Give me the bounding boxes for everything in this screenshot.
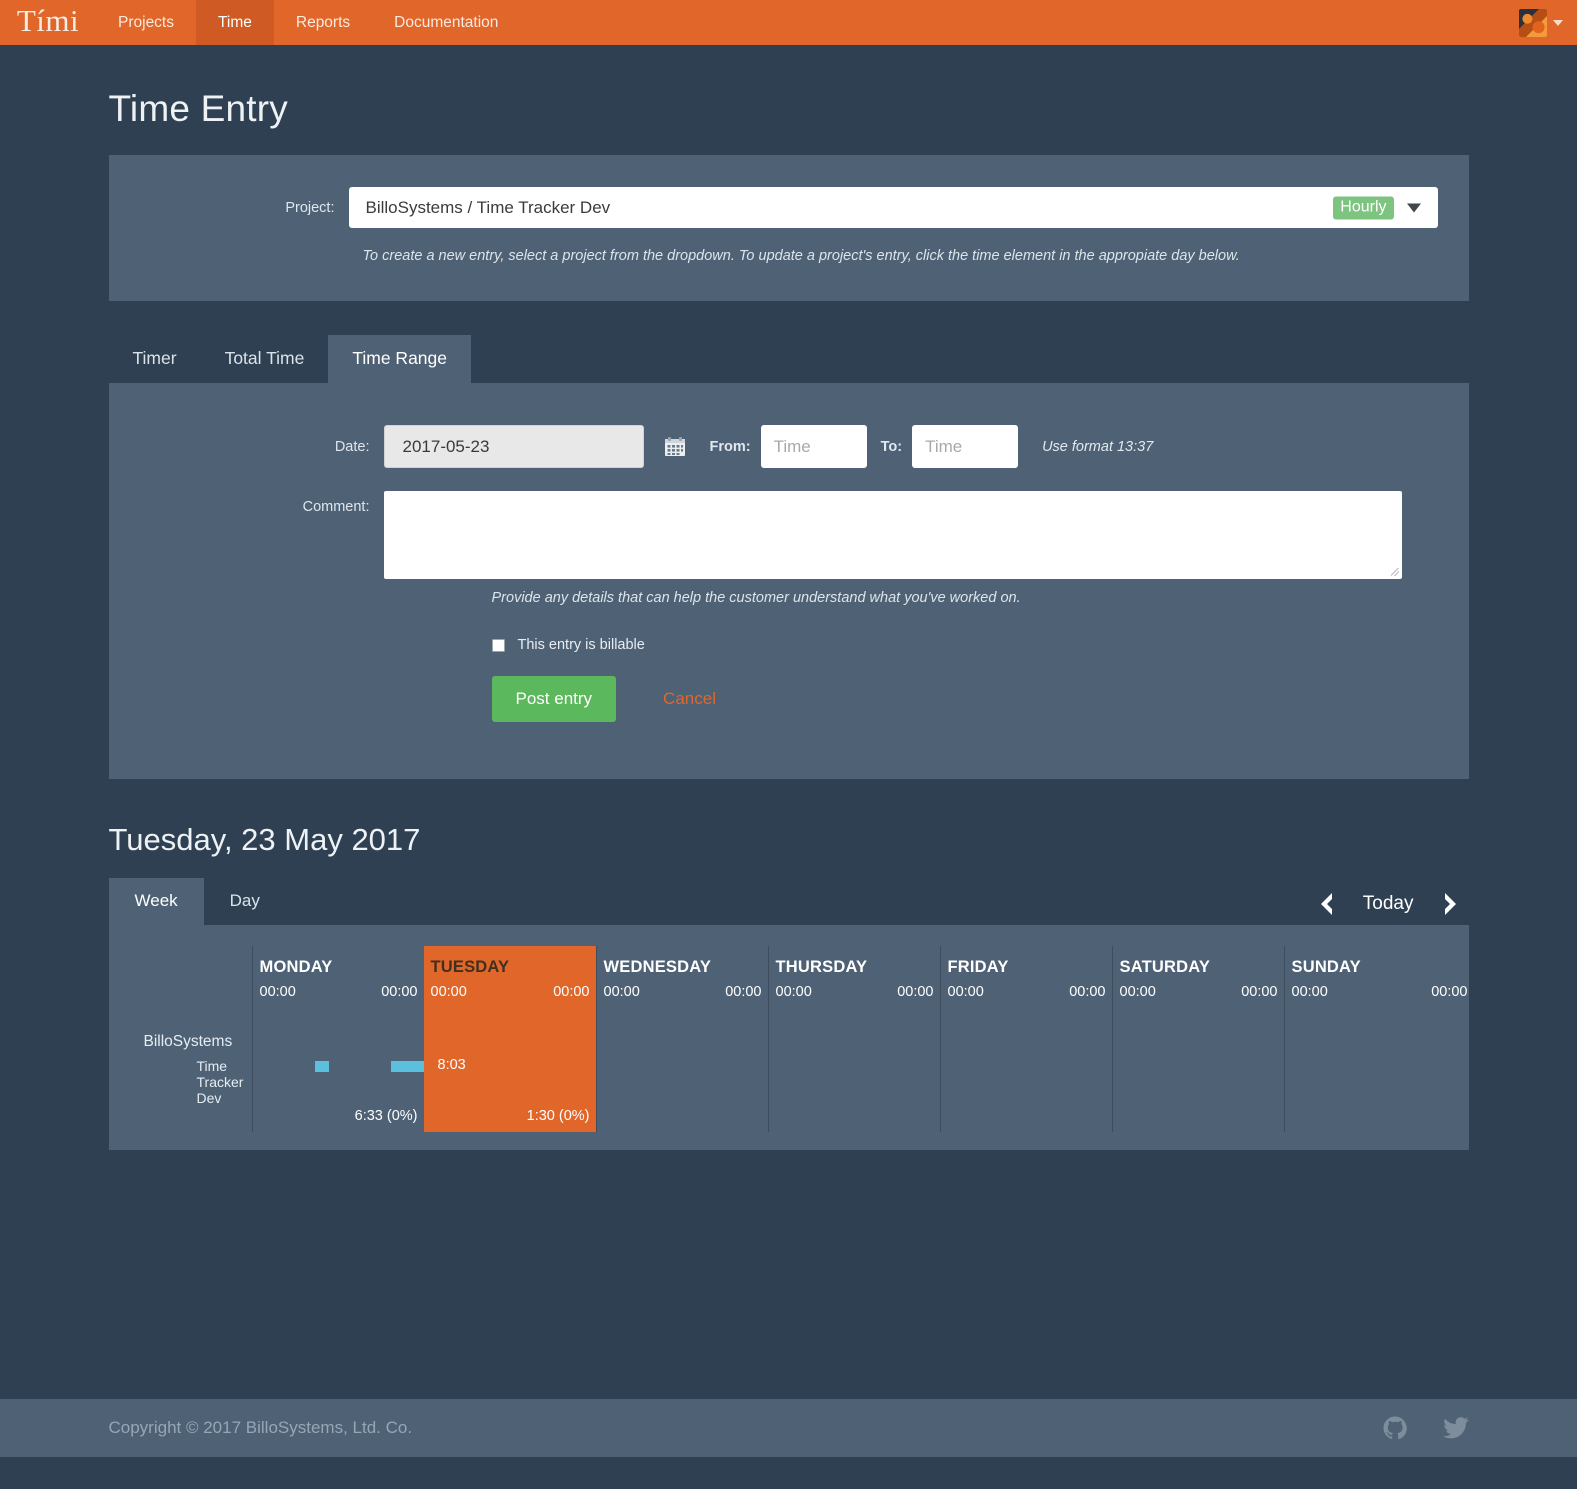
- chevron-left-icon[interactable]: [1316, 891, 1335, 917]
- calendar-tabs-row: Week Day Today: [108, 878, 1469, 925]
- day-name: SUNDAY: [1291, 958, 1361, 976]
- day-name: TUESDAY: [430, 958, 510, 976]
- to-time-input[interactable]: Time: [912, 425, 1019, 468]
- date-input[interactable]: 2017-05-23: [383, 425, 644, 468]
- date-row: Date: 2017-05-23 From: Time To: Time Use…: [109, 425, 1469, 468]
- cancel-button[interactable]: Cancel: [663, 689, 716, 709]
- comment-textarea[interactable]: [383, 491, 1402, 579]
- project-row: Project: BilloSystems / Time Tracker Dev…: [109, 155, 1469, 228]
- day-hours-left: 00:00: [430, 984, 467, 1000]
- today-button[interactable]: Today: [1363, 893, 1414, 915]
- project-hint: To create a new entry, select a project …: [362, 248, 1240, 264]
- client-label: BilloSystems: [143, 1033, 233, 1050]
- day-total: 6:33 (0%): [354, 1108, 418, 1124]
- day-column-thursday[interactable]: THURSDAY 00:00 00:00: [767, 946, 940, 1132]
- project-label: Project:: [285, 199, 335, 216]
- day-column-tuesday[interactable]: TUESDAY 00:00 00:00 1:30 (0%) 8:03: [423, 946, 596, 1132]
- user-menu[interactable]: [1519, 0, 1577, 45]
- day-name: FRIDAY: [947, 958, 1009, 976]
- chevron-right-icon[interactable]: [1442, 891, 1461, 917]
- day-name: SATURDAY: [1119, 958, 1211, 976]
- social-links: [1383, 1416, 1469, 1440]
- time-range-panel: Date: 2017-05-23 From: Time To: Time Use…: [108, 383, 1469, 779]
- nav-item-documentation[interactable]: Documentation: [372, 0, 520, 45]
- rate-badge: Hourly: [1333, 196, 1394, 219]
- time-format-hint: Use format 13:37: [1042, 438, 1154, 455]
- day-hours-right: 00:00: [897, 984, 934, 1000]
- project-select-value: BilloSystems / Time Tracker Dev: [365, 197, 611, 217]
- day-name: WEDNESDAY: [603, 958, 712, 976]
- time-bar-label-tuesday[interactable]: 8:03: [438, 1057, 466, 1073]
- day-total: 1:30 (0%): [526, 1108, 590, 1124]
- day-hours-left: 00:00: [947, 984, 984, 1000]
- page-footer: Copyright © 2017 BilloSystems, Ltd. Co.: [0, 1399, 1577, 1457]
- day-hours-left: 00:00: [1291, 984, 1328, 1000]
- week-grid: BilloSystems Time Tracker Dev MONDAY 00:…: [109, 946, 1469, 1132]
- page-title: Time Entry: [108, 88, 288, 129]
- day-hours-right: 00:00: [725, 984, 762, 1000]
- form-actions: Post entry Cancel: [491, 676, 1469, 722]
- day-hours-right: 00:00: [553, 984, 590, 1000]
- footer-inner: Copyright © 2017 BilloSystems, Ltd. Co.: [109, 1399, 1469, 1457]
- post-entry-button[interactable]: Post entry: [491, 676, 617, 722]
- nav-item-projects[interactable]: Projects: [96, 0, 196, 45]
- nav-item-reports[interactable]: Reports: [274, 0, 372, 45]
- comment-hint: Provide any details that can help the cu…: [491, 590, 1021, 606]
- day-column-wednesday[interactable]: WEDNESDAY 00:00 00:00: [595, 946, 768, 1132]
- billable-checkbox[interactable]: [491, 638, 505, 652]
- entry-tabs: Timer Total Time Time Range: [109, 335, 1469, 383]
- day-hours-left: 00:00: [259, 984, 296, 1000]
- day-hours-right: 00:00: [1069, 984, 1106, 1000]
- tab-total-time[interactable]: Total Time: [201, 335, 329, 383]
- calendar-icon[interactable]: [664, 436, 686, 458]
- from-time-input[interactable]: Time: [760, 425, 867, 468]
- project-row-label: Time Tracker Dev: [196, 1058, 244, 1106]
- resize-grip-icon[interactable]: [1390, 568, 1399, 576]
- day-column-saturday[interactable]: SATURDAY 00:00 00:00: [1111, 946, 1284, 1132]
- day-name: THURSDAY: [775, 958, 868, 976]
- chevron-down-icon[interactable]: [1406, 203, 1421, 212]
- day-column-sunday[interactable]: SUNDAY 00:00 00:00: [1283, 946, 1468, 1132]
- brand-logo[interactable]: Tími: [0, 0, 96, 45]
- nav-item-time[interactable]: Time: [196, 0, 274, 45]
- day-name: MONDAY: [259, 958, 333, 976]
- copyright-text: Copyright © 2017 BilloSystems, Ltd. Co.: [108, 1418, 413, 1437]
- github-icon[interactable]: [1383, 1416, 1407, 1440]
- caret-down-icon[interactable]: [1553, 19, 1563, 26]
- page-container: Time Entry Project: BilloSystems / Time …: [108, 88, 1469, 1150]
- to-label: To:: [880, 438, 903, 455]
- project-panel: Project: BilloSystems / Time Tracker Dev…: [108, 155, 1469, 301]
- day-hours-left: 00:00: [603, 984, 640, 1000]
- comment-label: Comment:: [302, 499, 370, 515]
- tab-timer[interactable]: Timer: [109, 335, 201, 383]
- week-calendar-panel: BilloSystems Time Tracker Dev MONDAY 00:…: [108, 925, 1469, 1150]
- day-hours-right: 00:00: [1241, 984, 1278, 1000]
- tab-day[interactable]: Day: [204, 878, 286, 925]
- day-hours-left: 00:00: [1119, 984, 1156, 1000]
- day-hours-right: 00:00: [1431, 984, 1468, 1000]
- date-label: Date:: [334, 438, 370, 455]
- nav-items: Projects Time Reports Documentation: [96, 0, 520, 45]
- page-body: Time Entry Project: BilloSystems / Time …: [0, 45, 1577, 1150]
- day-column-friday[interactable]: FRIDAY 00:00 00:00: [939, 946, 1112, 1132]
- billable-row[interactable]: This entry is billable: [491, 637, 1469, 653]
- top-navbar: Tími Projects Time Reports Documentation: [0, 0, 1577, 45]
- calendar-nav: Today: [1316, 891, 1469, 925]
- tab-time-range[interactable]: Time Range: [328, 335, 471, 383]
- avatar[interactable]: [1519, 8, 1547, 37]
- tab-week[interactable]: Week: [108, 878, 204, 925]
- project-select[interactable]: BilloSystems / Time Tracker Dev Hourly: [348, 187, 1438, 228]
- day-hours-right: 00:00: [381, 984, 418, 1000]
- day-hours-left: 00:00: [775, 984, 812, 1000]
- comment-row: Comment:: [109, 491, 1469, 579]
- day-column-monday[interactable]: MONDAY 00:00 00:00 6:33 (0%): [251, 946, 436, 1132]
- twitter-icon[interactable]: [1442, 1417, 1469, 1439]
- calendar-heading: Tuesday, 23 May 2017: [108, 822, 421, 857]
- billable-label: This entry is billable: [517, 637, 645, 653]
- from-label: From:: [709, 438, 751, 455]
